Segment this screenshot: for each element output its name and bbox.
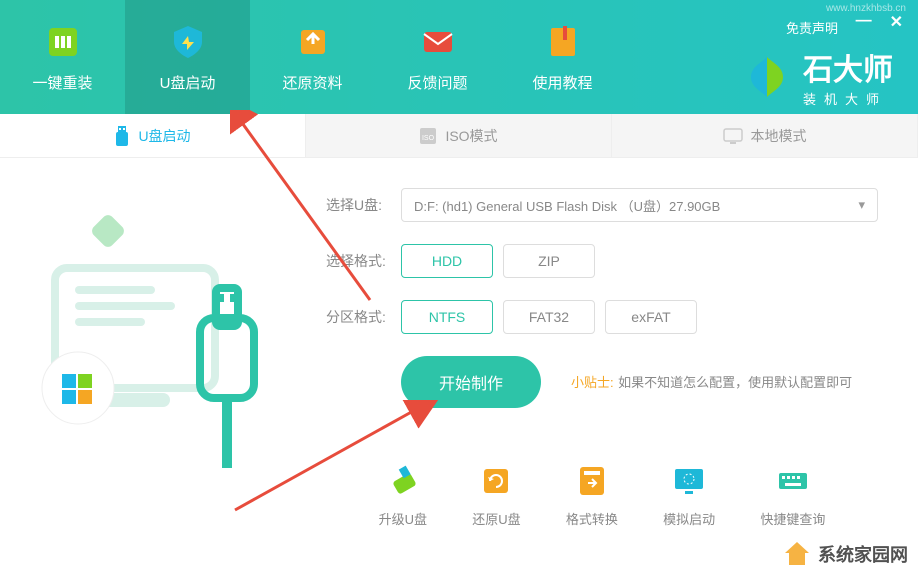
nav-label: 使用教程 [532,72,592,93]
format-option-zip[interactable]: ZIP [503,244,595,278]
format-option-hdd[interactable]: HDD [401,244,493,278]
tab-label: ISO模式 [445,126,497,146]
header: www.hnzkhbsb.cn 免责声明 — ✕ 一键重装 U盘启动 还原资料 [0,0,918,114]
feedback-icon [418,22,458,62]
nav-reinstall[interactable]: 一键重装 [0,0,125,114]
logo-sub-text: 装机大师 [803,89,893,108]
tool-label: 升级U盘 [379,509,427,528]
logo-main-text: 石大师 [803,45,893,89]
watermark-text: 系统家园网 [818,541,908,567]
tool-hotkey-query[interactable]: 快捷键查询 [760,463,825,528]
partition-label: 分区格式: [326,307,391,327]
tool-label: 还原U盘 [472,509,520,528]
usb-upgrade-icon [385,463,421,499]
partition-option-exfat[interactable]: exFAT [605,300,697,334]
illustration-panel [0,158,306,579]
format-label: 选择格式: [326,251,391,271]
tool-simulate-boot[interactable]: 模拟启动 [663,463,715,528]
tab-local-mode[interactable]: 本地模式 [612,114,918,157]
partition-option-fat32[interactable]: FAT32 [503,300,595,334]
tip-text: 如果不知道怎么配置，使用默认配置即可 [618,375,852,390]
nav-label: 一键重装 [32,72,92,93]
home-icon [782,539,812,569]
tutorial-icon [543,22,583,62]
keyboard-icon [775,463,811,499]
nav-label: 还原资料 [282,72,342,93]
iso-icon: ISO [419,127,437,145]
usb-shield-icon [168,22,208,62]
tool-label: 模拟启动 [663,509,715,528]
nav-tutorial[interactable]: 使用教程 [500,0,625,114]
nav-label: U盘启动 [160,72,216,93]
usb-select-value: D:F: (hd1) General USB Flash Disk （U盘）27… [414,196,720,215]
tool-restore-usb[interactable]: 还原U盘 [472,463,520,528]
sub-tabs: U盘启动 ISO ISO模式 本地模式 [0,114,918,158]
usb-icon [114,126,130,146]
simulate-icon [671,463,707,499]
tab-label: 本地模式 [751,126,807,146]
monitor-icon [723,128,743,144]
form-area: 选择U盘: D:F: (hd1) General USB Flash Disk … [306,158,918,579]
tool-upgrade-usb[interactable]: 升级U盘 [379,463,427,528]
logo: 石大师 装机大师 [743,45,893,108]
nav-restore[interactable]: 还原资料 [250,0,375,114]
tip-label: 小贴士: [571,375,614,390]
logo-icon [743,53,791,101]
partition-option-ntfs[interactable]: NTFS [401,300,493,334]
disclaimer-link[interactable]: 免责声明 [786,18,838,37]
content-area: 选择U盘: D:F: (hd1) General USB Flash Disk … [0,158,918,579]
tool-label: 快捷键查询 [760,509,825,528]
tools-row: 升级U盘 还原U盘 格式转换 模拟启动 快捷键查询 [326,463,878,528]
close-button[interactable]: ✕ [890,12,903,32]
tab-label: U盘启动 [138,126,190,146]
main-nav: 一键重装 U盘启动 还原资料 反馈问题 使用教程 [0,0,625,114]
convert-icon [574,463,610,499]
nav-label: 反馈问题 [407,72,467,93]
svg-text:ISO: ISO [422,135,435,142]
nav-feedback[interactable]: 反馈问题 [375,0,500,114]
tool-label: 格式转换 [566,509,618,528]
usb-restore-icon [478,463,514,499]
minimize-button[interactable]: — [856,12,872,32]
start-button[interactable]: 开始制作 [401,356,541,408]
restore-icon [293,22,333,62]
usb-select[interactable]: D:F: (hd1) General USB Flash Disk （U盘）27… [401,188,878,222]
nav-usb-boot[interactable]: U盘启动 [125,0,250,114]
watermark-home: 系统家园网 [782,539,908,569]
window-controls: — ✕ [856,12,903,32]
usb-select-label: 选择U盘: [326,195,391,215]
reinstall-icon [43,22,83,62]
tab-usb-boot[interactable]: U盘启动 [0,114,306,157]
tool-format-convert[interactable]: 格式转换 [566,463,618,528]
tab-iso-mode[interactable]: ISO ISO模式 [306,114,612,157]
